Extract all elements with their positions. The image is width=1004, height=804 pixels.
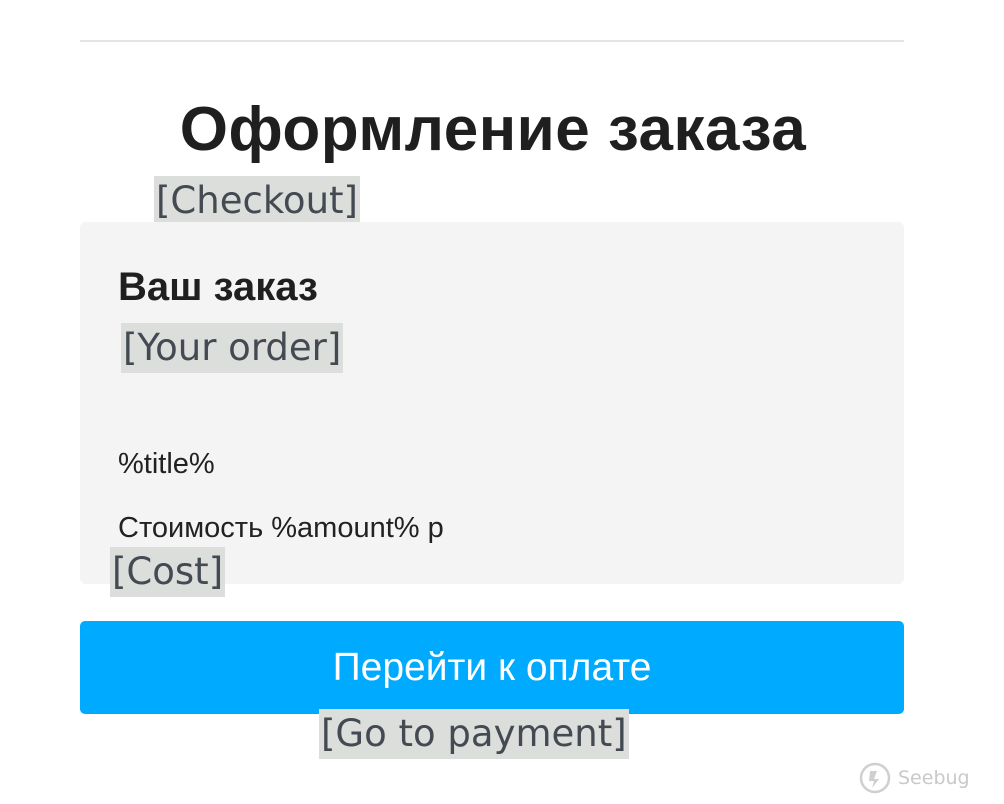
seebug-logo-icon xyxy=(859,762,891,794)
top-divider xyxy=(80,40,904,42)
checkout-page: Оформление заказа [Checkout] Ваш заказ [… xyxy=(0,0,1004,804)
order-heading: Ваш заказ xyxy=(118,265,318,309)
go-to-payment-translation: [Go to payment] xyxy=(319,709,629,759)
order-item-title: %title% xyxy=(118,448,215,480)
watermark-text: Seebug xyxy=(898,767,970,789)
seebug-watermark: Seebug xyxy=(858,758,988,798)
go-to-payment-button[interactable]: Перейти к оплате xyxy=(80,621,904,714)
page-title: Оформление заказа xyxy=(179,95,807,164)
order-item-cost: Стоимость %amount% р xyxy=(118,512,444,544)
order-heading-translation: [Your order] xyxy=(121,323,344,373)
page-title-translation: [Checkout] xyxy=(154,176,360,226)
order-cost-translation: [Cost] xyxy=(110,547,226,597)
